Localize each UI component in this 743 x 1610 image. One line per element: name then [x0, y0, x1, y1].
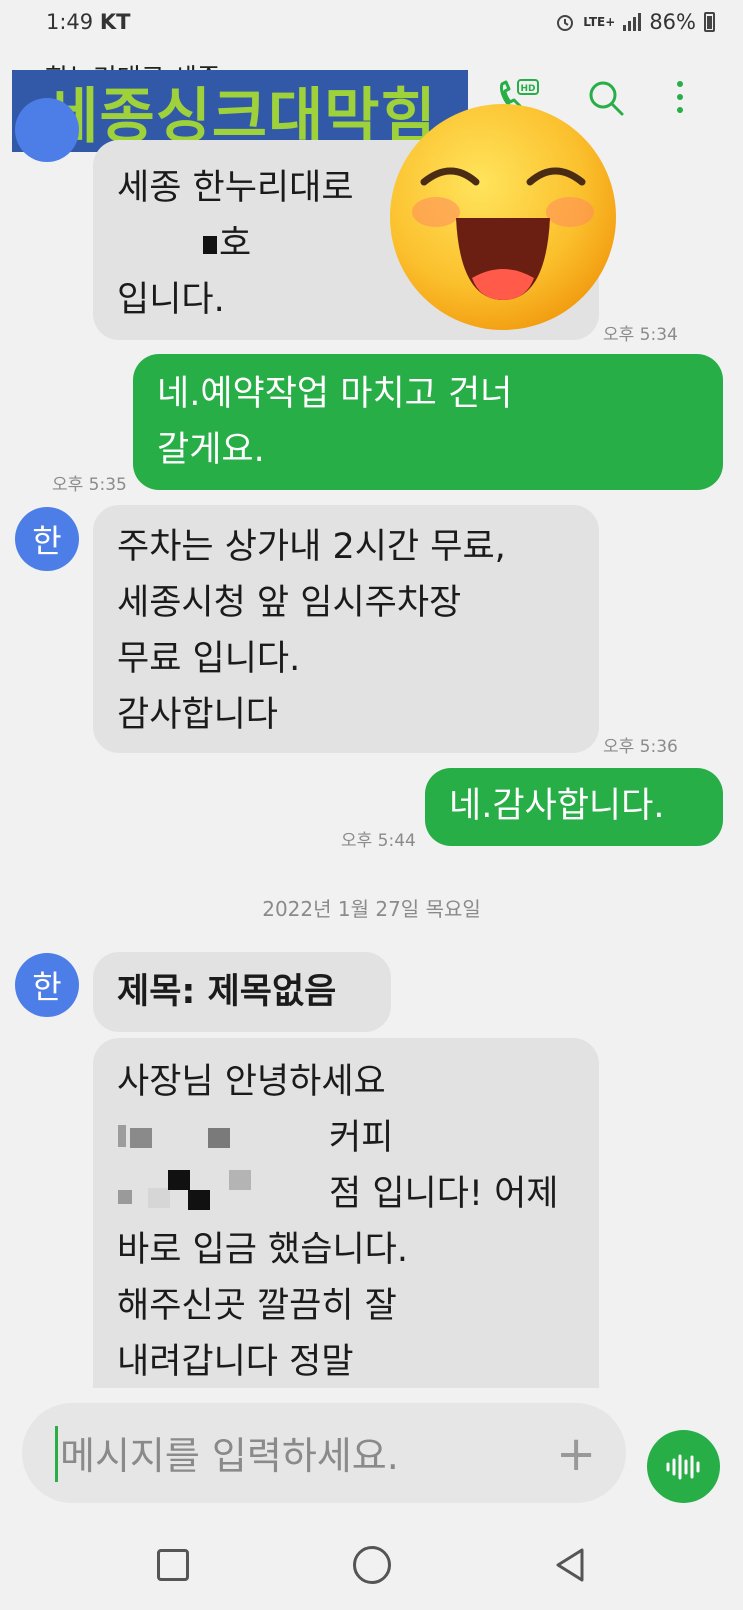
status-icons: LTE+ 86% — [555, 10, 715, 34]
mosaic-redaction — [229, 1170, 251, 1190]
mosaic-redaction — [188, 1190, 210, 1210]
mms-subject-bubble[interactable]: 제목: 제목없음 — [93, 952, 391, 1032]
voice-input-button[interactable] — [647, 1430, 720, 1503]
svg-text:HD: HD — [520, 84, 535, 94]
mosaic-redaction — [168, 1170, 190, 1190]
network-type: LTE+ — [583, 15, 616, 29]
mosaic-redaction — [118, 1190, 132, 1204]
text-cursor — [55, 1426, 58, 1482]
home-icon[interactable] — [353, 1546, 391, 1584]
laughing-emoji-icon — [390, 104, 616, 330]
battery-icon — [704, 12, 715, 32]
message-input-placeholder: 메시지를 입력하세요. — [60, 1434, 399, 1478]
voice-wave-icon — [666, 1454, 699, 1479]
message-time: 오후 5:44 — [341, 831, 416, 851]
outgoing-message-bubble[interactable]: 네.예약작업 마치고 건너 갈게요. — [133, 354, 723, 490]
message-time: 오후 5:35 — [52, 475, 127, 495]
plus-icon[interactable]: + — [556, 1430, 596, 1478]
more-vert-icon[interactable] — [672, 78, 688, 118]
status-time: 1:49 KT — [46, 10, 131, 34]
sender-avatar[interactable]: 한 — [15, 953, 79, 1017]
signal-icon — [623, 13, 642, 31]
back-icon[interactable] — [552, 1546, 588, 1584]
mosaic-redaction — [118, 1125, 126, 1147]
outgoing-message-bubble[interactable]: 네.감사합니다. — [425, 768, 723, 846]
mosaic-redaction — [130, 1128, 152, 1148]
message-time: 오후 5:36 — [603, 737, 678, 757]
date-separator: 2022년 1월 27일 목요일 — [262, 897, 481, 921]
incoming-message-bubble[interactable]: 주차는 상가내 2시간 무료, 세종시청 앞 임시주차장 무료 입니다. 감사합… — [93, 505, 599, 753]
alarm-icon — [557, 15, 574, 31]
sender-avatar[interactable]: 한 — [15, 507, 79, 571]
mosaic-redaction — [148, 1188, 170, 1208]
recents-icon[interactable] — [157, 1549, 189, 1581]
avatar — [15, 98, 79, 162]
mms-body-bubble[interactable]: 사장님 안녕하세요 커피 점 입니다! 어제 바로 입금 했습니다. 해주신곳 … — [93, 1038, 599, 1388]
battery-percent: 86% — [649, 10, 696, 34]
redacted-block — [203, 236, 217, 254]
mosaic-redaction — [208, 1128, 230, 1148]
